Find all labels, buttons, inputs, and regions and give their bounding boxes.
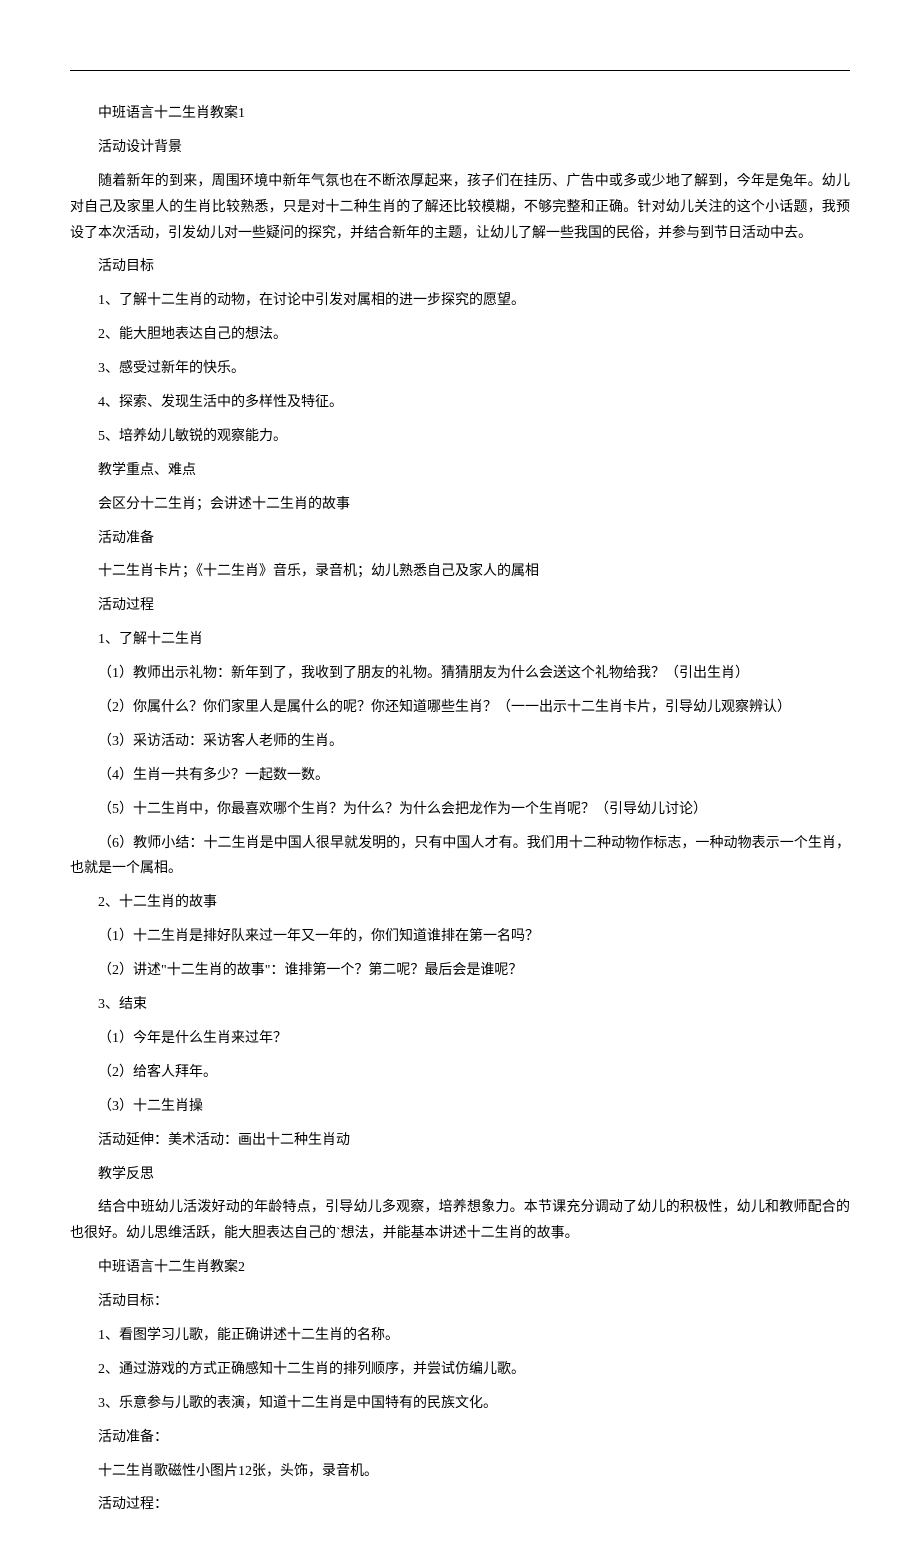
section-heading: 活动准备：: [70, 1425, 850, 1451]
document-page: 中班语言十二生肖教案1 活动设计背景 随着新年的到来，周围环境中新年气氛也在不断…: [0, 0, 920, 1566]
procedure-item: （4）生肖一共有多少？一起数一数。: [70, 763, 850, 789]
section-heading: 活动设计背景: [70, 135, 850, 161]
goal-item: 2、能大胆地表达自己的想法。: [70, 322, 850, 348]
procedure-item: （2）给客人拜年。: [70, 1060, 850, 1086]
paragraph: 会区分十二生肖；会讲述十二生肖的故事: [70, 492, 850, 518]
section-heading: 活动目标：: [70, 1289, 850, 1315]
section-heading: 活动过程: [70, 593, 850, 619]
lesson-title-1: 中班语言十二生肖教案1: [70, 101, 850, 127]
procedure-item: （3）采访活动：采访客人老师的生肖。: [70, 729, 850, 755]
goal-item: 3、感受过新年的快乐。: [70, 356, 850, 382]
paragraph: 十二生肖卡片；《十二生肖》音乐，录音机；幼儿熟悉自己及家人的属相: [70, 559, 850, 585]
section-heading: 活动过程：: [70, 1492, 850, 1518]
horizontal-rule: [70, 70, 850, 71]
procedure-heading: 1、了解十二生肖: [70, 627, 850, 653]
procedure-item: （3）十二生肖操: [70, 1094, 850, 1120]
procedure-item: （6）教师小结：十二生肖是中国人很早就发明的，只有中国人才有。我们用十二种动物作…: [70, 831, 850, 883]
procedure-item: （2）你属什么？你们家里人是属什么的呢？你还知道哪些生肖？（一一出示十二生肖卡片…: [70, 695, 850, 721]
goal-item: 1、看图学习儿歌，能正确讲述十二生肖的名称。: [70, 1323, 850, 1349]
section-heading: 教学重点、难点: [70, 458, 850, 484]
goal-item: 4、探索、发现生活中的多样性及特征。: [70, 390, 850, 416]
goal-item: 1、了解十二生肖的动物，在讨论中引发对属相的进一步探究的愿望。: [70, 288, 850, 314]
procedure-heading: 2、十二生肖的故事: [70, 890, 850, 916]
lesson-title-2: 中班语言十二生肖教案2: [70, 1255, 850, 1281]
procedure-heading: 3、结束: [70, 992, 850, 1018]
extension-label: 活动延伸：美术活动：画出十二种生肖动: [70, 1128, 850, 1154]
goal-item: 2、通过游戏的方式正确感知十二生肖的排列顺序，并尝试仿编儿歌。: [70, 1357, 850, 1383]
procedure-item: （1）教师出示礼物：新年到了，我收到了朋友的礼物。猜猜朋友为什么会送这个礼物给我…: [70, 661, 850, 687]
section-heading: 教学反思: [70, 1162, 850, 1188]
procedure-item: （5）十二生肖中，你最喜欢哪个生肖？为什么？为什么会把龙作为一个生肖呢？（引导幼…: [70, 797, 850, 823]
goal-item: 5、培养幼儿敏锐的观察能力。: [70, 424, 850, 450]
procedure-item: （2）讲述"十二生肖的故事"：谁排第一个？第二呢？最后会是谁呢？: [70, 958, 850, 984]
procedure-item: （1）今年是什么生肖来过年？: [70, 1026, 850, 1052]
paragraph: 随着新年的到来，周围环境中新年气氛也在不断浓厚起来，孩子们在挂历、广告中或多或少…: [70, 169, 850, 247]
procedure-item: （1）十二生肖是排好队来过一年又一年的，你们知道谁排在第一名吗？: [70, 924, 850, 950]
paragraph: 结合中班幼儿活泼好动的年龄特点，引导幼儿多观察，培养想象力。本节课充分调动了幼儿…: [70, 1195, 850, 1247]
paragraph: 十二生肖歌磁性小图片12张，头饰，录音机。: [70, 1459, 850, 1485]
section-heading: 活动准备: [70, 526, 850, 552]
section-heading: 活动目标: [70, 254, 850, 280]
goal-item: 3、乐意参与儿歌的表演，知道十二生肖是中国特有的民族文化。: [70, 1391, 850, 1417]
